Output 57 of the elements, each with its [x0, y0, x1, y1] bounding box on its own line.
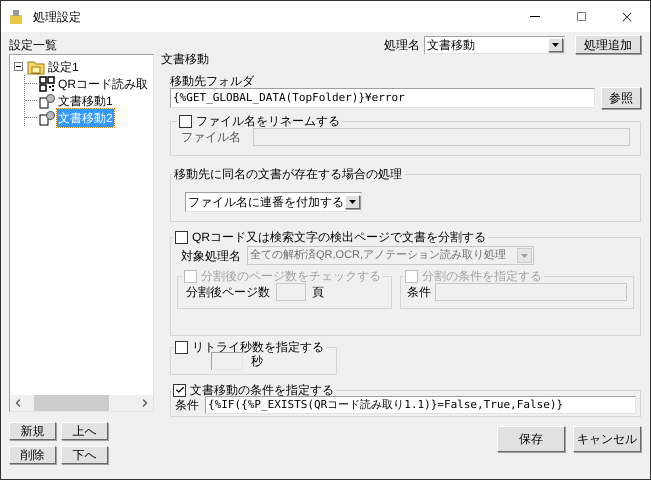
maximize-icon	[576, 11, 586, 22]
split-condition-field[interactable]	[435, 283, 627, 301]
page-count-label: 分割後ページ数	[186, 284, 270, 301]
tree-item[interactable]: 設定1	[47, 58, 80, 76]
dialog-button[interactable]: キャンセル	[573, 426, 641, 452]
sidebar-title: 設定一覧	[9, 37, 58, 54]
destination-field[interactable]: {%GET_GLOBAL_DATA(TopFolder)}¥error	[170, 88, 595, 108]
checkbox-label: 分割後のページ数をチェックする	[201, 268, 381, 285]
retry-seconds-field[interactable]	[211, 352, 243, 370]
tree-item[interactable]: 文書移動1	[57, 92, 114, 110]
duplicate-group-title: 移動先に同名の文書が存在する場合の処理	[174, 167, 402, 181]
browse-button[interactable]: 参照	[601, 87, 641, 109]
horizontal-scrollbar[interactable]	[10, 395, 153, 411]
folder-icon	[27, 58, 45, 74]
checkbox[interactable]	[173, 384, 186, 396]
dialog-button[interactable]: 保存	[497, 426, 565, 452]
target-process-label: 対象処理名	[181, 248, 241, 264]
dropdown-arrow-icon	[349, 200, 356, 204]
checkbox-label: 分割の条件を指定する	[422, 268, 542, 285]
checkbox-label: QRコード又は検索文字の検出ページで文書を分割する	[192, 229, 486, 246]
move-condition-field[interactable]: {%IF({%P_EXISTS(QRコード読み取り1.1)}=False,True,False)}	[205, 396, 636, 414]
checkbox[interactable]	[175, 230, 188, 244]
checkbox[interactable]	[405, 270, 418, 282]
checkbox[interactable]	[184, 270, 197, 282]
checkbox[interactable]	[179, 114, 192, 128]
page-unit: 頁	[312, 284, 324, 301]
minimize-icon	[530, 16, 540, 17]
sidebar-button[interactable]: 新規	[9, 422, 56, 440]
checkbox[interactable]	[175, 340, 188, 354]
sidebar-button[interactable]: 下へ	[61, 446, 108, 464]
add-process-button[interactable]: 処理追加	[575, 35, 641, 54]
sidebar-button[interactable]: 削除	[9, 446, 56, 464]
dropdown-arrow-icon	[521, 254, 528, 258]
dropdown-arrow-icon	[552, 42, 559, 46]
process-name-dropdown[interactable]: 文書移動	[424, 36, 565, 54]
qr-code-icon	[39, 76, 55, 92]
seconds-unit: 秒	[251, 353, 263, 370]
collapse-toggle[interactable]	[14, 62, 23, 71]
file-name-label: ファイル名	[181, 129, 241, 146]
checkbox-label: ファイル名をリネームする	[196, 113, 340, 130]
tree-item[interactable]: QRコード読み取	[57, 74, 149, 92]
document-icon	[39, 110, 55, 126]
target-process-dropdown[interactable]: 全ての解析済QR,OCR,アノテーション読み取り処理	[247, 246, 534, 265]
destination-label: 移動先フォルダ	[170, 73, 256, 87]
window-title: 処理設定	[33, 8, 81, 26]
document-icon	[39, 92, 55, 108]
checkbox-label: 文書移動の条件を指定する	[190, 382, 334, 399]
file-name-field[interactable]	[253, 128, 630, 146]
process-name-label: 処理名	[384, 36, 420, 54]
split-condition-label: 条件	[407, 284, 431, 301]
sidebar-button[interactable]: 上へ	[61, 422, 108, 440]
page-count-field[interactable]	[276, 283, 306, 301]
move-condition-label: 条件	[175, 397, 199, 414]
app-icon	[9, 8, 23, 24]
checkbox-label: リトライ秒数を指定する	[192, 339, 324, 355]
section-title: 文書移動	[161, 51, 210, 68]
duplicate-dropdown[interactable]: ファイル名に連番を付加する	[185, 192, 362, 212]
